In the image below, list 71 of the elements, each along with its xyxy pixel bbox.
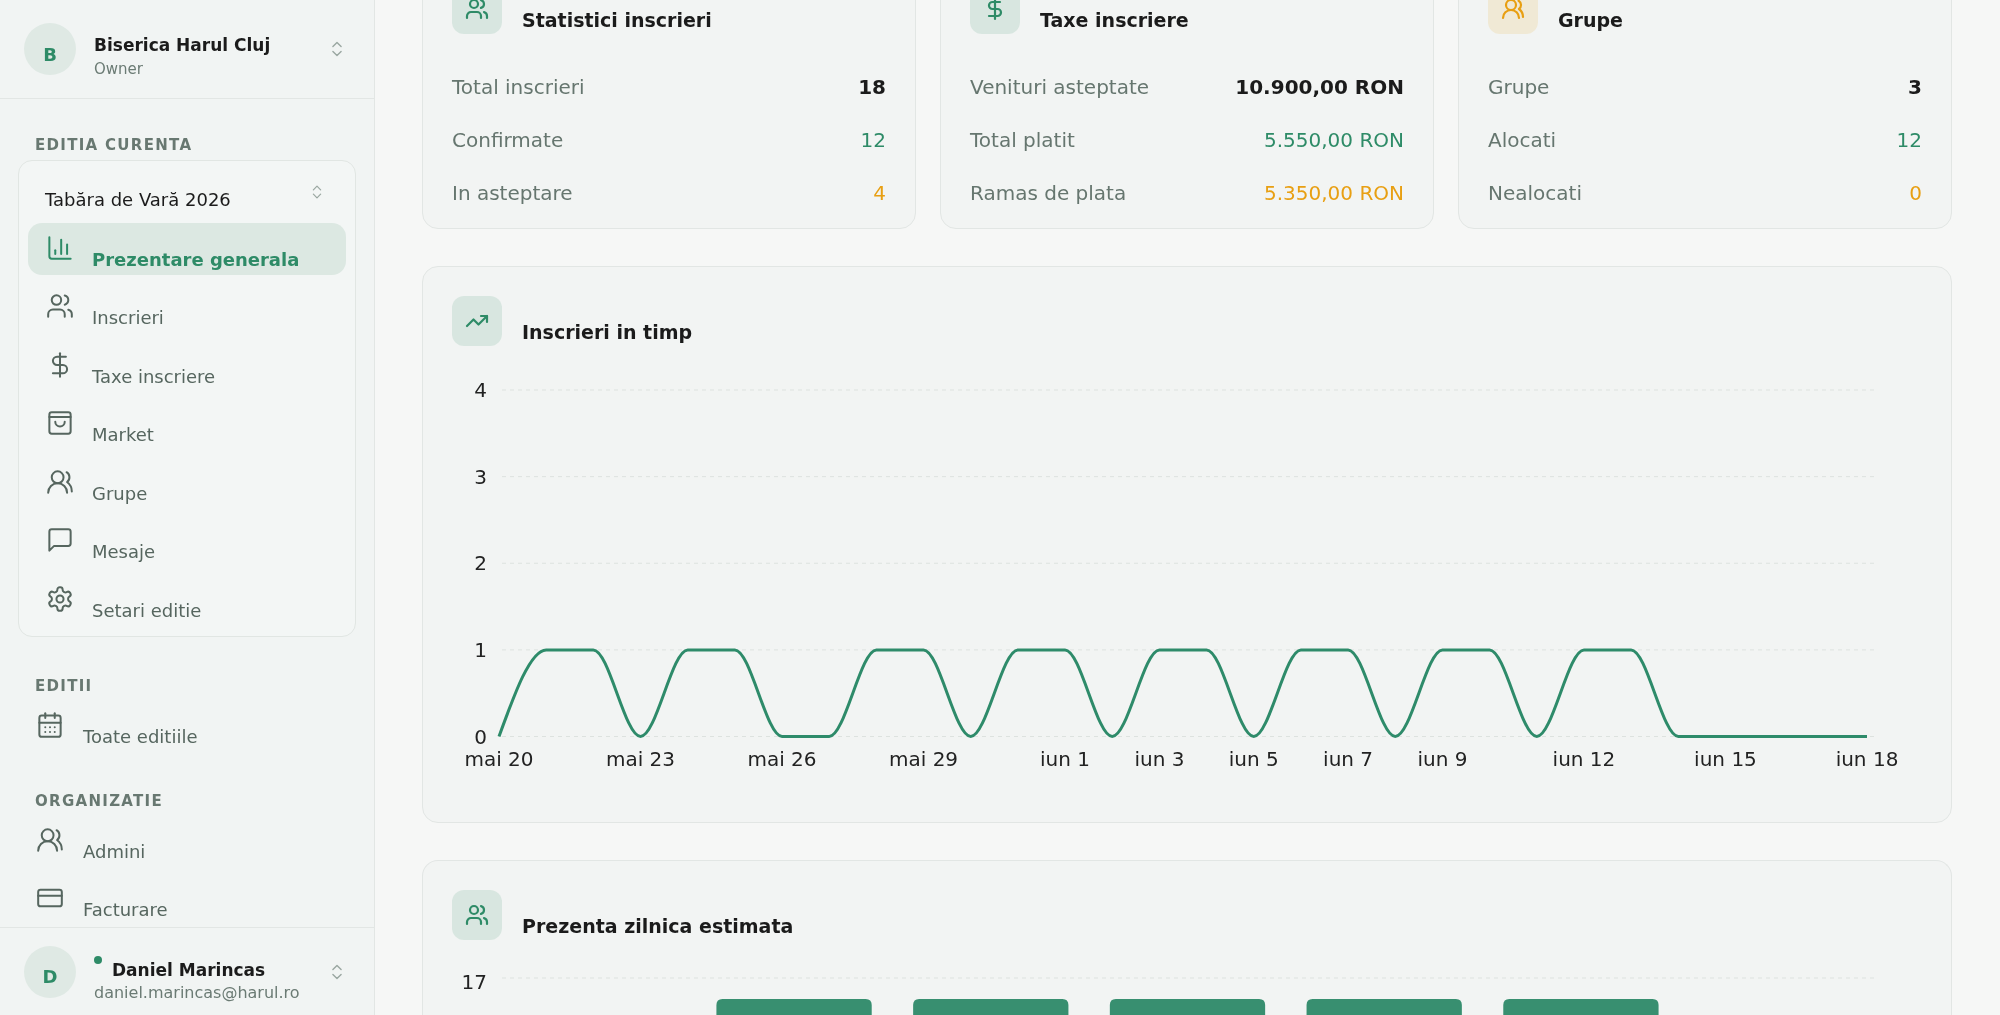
stat-value: 3 xyxy=(1908,74,1922,101)
card-title: Inscrieri in timp xyxy=(522,320,693,345)
axis-tick-label: iun 3 xyxy=(1134,747,1185,771)
stat-label: Grupe xyxy=(1488,74,1550,101)
settings-icon xyxy=(47,585,73,612)
axis-tick-label: mai 23 xyxy=(605,747,676,771)
people-icon xyxy=(452,890,502,940)
axis-tick-label: 1 xyxy=(474,637,487,662)
stat-value: 0 xyxy=(1909,180,1922,207)
stat-label: Ramas de plata xyxy=(970,180,1127,207)
stat-value: 5.550,00 RON xyxy=(1263,127,1404,154)
section-heading: EDITII xyxy=(34,675,94,696)
people-icon xyxy=(37,826,63,853)
card-title: Statistici inscrieri xyxy=(522,8,712,33)
nav-item[interactable]: Setari editie xyxy=(28,573,346,626)
nav-item[interactable]: Market xyxy=(28,398,346,450)
organization-avatar: B xyxy=(24,23,76,75)
nav-item[interactable]: Toate editiile xyxy=(18,699,356,752)
axis-tick-label: iun 15 xyxy=(1694,747,1757,771)
nav-item[interactable]: Taxe inscriere xyxy=(28,339,346,392)
stat-value: 18 xyxy=(858,74,886,101)
axis-tick-label: mai 26 xyxy=(747,747,817,771)
shopping-bag-icon xyxy=(47,410,73,436)
stat-label: Confirmate xyxy=(452,127,564,154)
nav-item[interactable]: Admini xyxy=(18,814,356,867)
axis-tick-label: iun 1 xyxy=(1040,747,1091,771)
axis-tick-label: mai 29 xyxy=(889,747,959,771)
stat-value: 10.900,00 RON xyxy=(1235,74,1404,101)
stat-value: 4 xyxy=(873,180,886,207)
axis-tick-label: iun 18 xyxy=(1835,747,1899,771)
user-avatar: D xyxy=(24,945,76,998)
trending-up-icon xyxy=(452,296,502,346)
stat-label: Nealocati xyxy=(1488,180,1582,207)
calendar-icon xyxy=(37,711,63,738)
edition-dropdown[interactable]: Tabăra de Vară 2026 xyxy=(28,170,346,216)
axis-tick-label: iun 9 xyxy=(1417,747,1468,771)
axis-tick-label: iun 5 xyxy=(1228,747,1279,771)
axis-tick-label: 2 xyxy=(474,551,487,576)
card-title: Grupe xyxy=(1558,8,1623,33)
stat-value: 12 xyxy=(1896,127,1922,154)
axis-tick-label: 17 xyxy=(461,970,487,994)
card-title: Prezenta zilnica estimata xyxy=(522,914,794,939)
organization-name: Biserica Harul Cluj xyxy=(94,34,272,57)
user-name: Daniel Marincas xyxy=(112,958,266,982)
axis-tick-label: 0 xyxy=(474,724,487,749)
stat-label: Total platit xyxy=(970,127,1075,154)
nav-item[interactable]: Inscrieri xyxy=(28,281,346,333)
axis-tick-label: iun 12 xyxy=(1552,747,1616,771)
chat-bubble-icon xyxy=(47,527,73,553)
nav-item[interactable]: Prezentare generala xyxy=(28,222,346,275)
nav-item[interactable]: Grupe xyxy=(28,456,346,509)
axis-tick-label: 3 xyxy=(474,464,487,489)
nav-item[interactable]: Mesaje xyxy=(28,515,346,567)
stat-value: 12 xyxy=(860,127,886,154)
axis-tick-label: 4 xyxy=(474,378,487,402)
card-title: Taxe inscriere xyxy=(1040,8,1189,33)
stat-label: Total inscrieri xyxy=(452,74,585,101)
stat-label: Alocati xyxy=(1488,127,1557,154)
section-heading: EDITIA CURENTA xyxy=(34,135,194,155)
people-icon xyxy=(47,468,73,495)
stat-label: Venituri asteptate xyxy=(970,74,1150,101)
axis-tick-label: mai 20 xyxy=(464,747,534,771)
bar-chart-icon xyxy=(47,234,73,261)
section-heading: ORGANIZATIE xyxy=(34,790,165,811)
people-icon xyxy=(47,293,73,319)
stat-value: 5.350,00 RON xyxy=(1263,180,1404,207)
axis-tick-label: iun 7 xyxy=(1323,747,1374,771)
role-label: Owner xyxy=(94,59,144,79)
user-email: daniel.marincas@harul.ro xyxy=(94,981,301,1004)
nav-item[interactable]: Facturare xyxy=(18,872,356,925)
stat-label: In asteptare xyxy=(452,180,573,207)
